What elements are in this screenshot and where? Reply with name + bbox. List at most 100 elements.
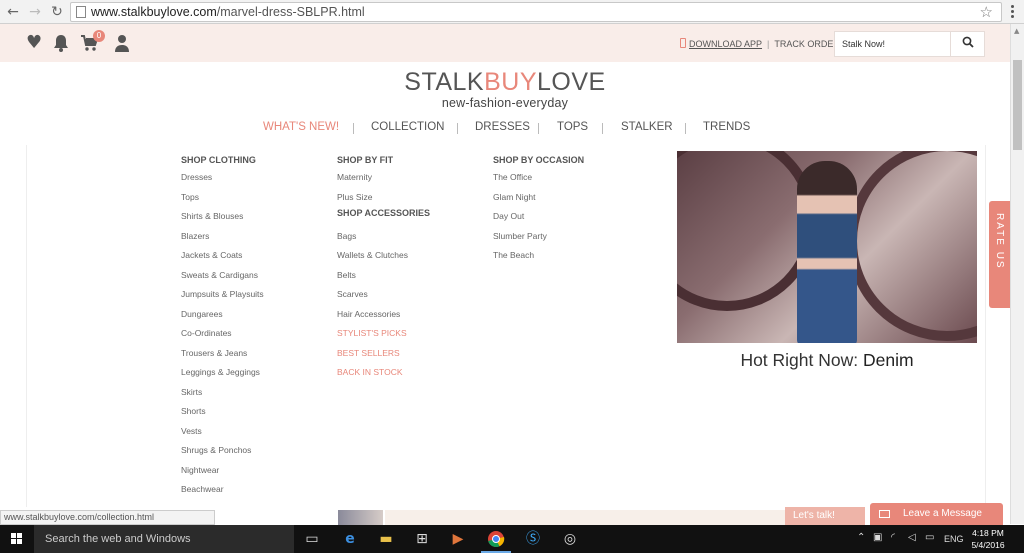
site-logo[interactable]: STALKBUYLOVE <box>0 68 1010 97</box>
menu-link[interactable]: Beachwear <box>181 480 264 500</box>
menu-link[interactable]: Day Out <box>493 207 584 227</box>
nav-dresses[interactable]: DRESSES <box>475 121 530 133</box>
menu-link[interactable]: Shorts <box>181 402 264 422</box>
site-search <box>834 31 985 57</box>
tray-language[interactable]: ENG <box>944 534 964 544</box>
promo-bg-shape <box>677 151 817 311</box>
promo-caption[interactable]: Hot Right Now: Denim <box>677 350 977 371</box>
menu-link[interactable]: Co-Ordinates <box>181 324 264 344</box>
clock-date: 5/4/2016 <box>971 540 1005 550</box>
file-explorer-icon[interactable]: ▬ <box>377 530 395 548</box>
menu-link[interactable]: Wallets & Clutches <box>337 246 430 266</box>
tray-chevron-up-icon[interactable]: ⌃ <box>857 532 865 543</box>
link-separator: | <box>767 39 770 49</box>
nav-divider <box>602 123 603 134</box>
edge-browser-icon[interactable]: e <box>341 530 359 548</box>
page-content-peek <box>338 510 383 525</box>
heart-icon[interactable]: ♥ <box>26 34 42 52</box>
windows-start-icon[interactable] <box>11 533 23 545</box>
download-app-link[interactable]: DOWNLOAD APP <box>689 39 762 49</box>
promo-image[interactable] <box>677 151 977 343</box>
tray-message-icon[interactable]: ▭ <box>925 532 934 543</box>
nav-collection[interactable]: COLLECTION <box>371 121 445 133</box>
menu-link[interactable]: Maternity <box>337 168 430 188</box>
clock-time: 4:18 PM <box>972 528 1004 538</box>
tray-network-icon[interactable]: ▣ <box>873 532 882 543</box>
nav-tops[interactable]: TOPS <box>557 121 588 133</box>
menu-link[interactable]: Bags <box>337 227 430 247</box>
menu-link[interactable]: Belts <box>337 266 430 286</box>
menu-link[interactable]: Sweats & Cardigans <box>181 266 264 286</box>
nav-stalker[interactable]: STALKER <box>621 121 673 133</box>
menu-link[interactable]: Scarves <box>337 285 430 305</box>
reload-button[interactable]: ↻ <box>48 3 66 21</box>
browser-toolbar: ← → ↻ www.stalkbuylove.com/marvel-dress-… <box>0 0 1024 24</box>
menu-link[interactable]: Dresses <box>181 168 264 188</box>
user-icon[interactable] <box>114 34 130 56</box>
menu-link[interactable]: Blazers <box>181 227 264 247</box>
envelope-icon <box>879 510 890 518</box>
menu-link[interactable]: Glam Night <box>493 188 584 208</box>
menu-column-clothing: SHOP CLOTHING Dresses Tops Shirts & Blou… <box>181 145 264 500</box>
menu-heading-shop-clothing[interactable]: SHOP CLOTHING <box>181 155 264 168</box>
skype-icon[interactable]: Ⓢ <box>524 530 542 548</box>
address-bar[interactable]: www.stalkbuylove.com/marvel-dress-SBLPR.… <box>70 2 1002 22</box>
forward-button[interactable]: → <box>26 3 44 21</box>
tray-wifi-icon[interactable]: ◜ <box>891 532 895 543</box>
menu-link[interactable]: Slumber Party <box>493 227 584 247</box>
menu-link-stylists-picks[interactable]: STYLIST'S PICKS <box>337 324 430 344</box>
app-circle-icon[interactable]: ◎ <box>561 530 579 548</box>
menu-link[interactable]: Jumpsuits & Playsuits <box>181 285 264 305</box>
menu-link[interactable]: Nightwear <box>181 461 264 481</box>
taskbar-search-box[interactable]: Search the web and Windows <box>34 525 294 553</box>
menu-link[interactable]: Hair Accessories <box>337 305 430 325</box>
menu-link-best-sellers[interactable]: BEST SELLERS <box>337 344 430 364</box>
taskbar-clock[interactable]: 4:18 PM 5/4/2016 <box>968 527 1008 551</box>
menu-link[interactable]: Dungarees <box>181 305 264 325</box>
leave-message-button[interactable]: Leave a Message <box>870 503 1003 525</box>
menu-link[interactable]: Tops <box>181 188 264 208</box>
phone-icon <box>680 38 686 48</box>
menu-link[interactable]: The Office <box>493 168 584 188</box>
chrome-icon[interactable] <box>481 530 511 553</box>
search-button[interactable] <box>950 32 984 56</box>
menu-link[interactable]: Leggings & Jeggings <box>181 363 264 383</box>
menu-column-occasion: SHOP BY OCCASION The Office Glam Night D… <box>493 145 584 266</box>
media-player-icon[interactable]: ▶ <box>449 530 467 548</box>
menu-heading-shop-by-fit[interactable]: SHOP BY FIT <box>337 155 430 168</box>
menu-link-back-in-stock[interactable]: BACK IN STOCK <box>337 363 430 383</box>
lets-talk-button[interactable]: Let's talk! <box>785 507 865 525</box>
back-button[interactable]: ← <box>4 3 22 21</box>
nav-divider <box>353 123 354 134</box>
menu-link[interactable]: Plus Size <box>337 188 430 208</box>
menu-link[interactable]: Shrugs & Ponchos <box>181 441 264 461</box>
bookmark-star-icon[interactable]: ☆ <box>980 3 993 21</box>
menu-link[interactable]: The Beach <box>493 246 584 266</box>
url-text[interactable]: www.stalkbuylove.com/marvel-dress-SBLPR.… <box>91 5 365 19</box>
tray-volume-icon[interactable]: ◁ <box>908 532 916 543</box>
menu-link[interactable]: Skirts <box>181 383 264 403</box>
rate-us-tab[interactable]: RATE US <box>989 201 1010 308</box>
store-icon[interactable]: ⊞ <box>413 530 431 548</box>
page-icon <box>76 6 86 18</box>
menu-heading-shop-by-occasion[interactable]: SHOP BY OCCASION <box>493 155 584 168</box>
menu-link[interactable]: Trousers & Jeans <box>181 344 264 364</box>
menu-link[interactable]: Shirts & Blouses <box>181 207 264 227</box>
track-order-link[interactable]: TRACK ORDER <box>774 39 840 49</box>
scroll-up-arrow-icon[interactable]: ▲ <box>1014 27 1019 35</box>
task-view-icon[interactable]: ▭ <box>303 530 321 548</box>
site-tagline: new-fashion-everyday <box>441 96 569 110</box>
menu-link[interactable]: Vests <box>181 422 264 442</box>
menu-link[interactable]: Jackets & Coats <box>181 246 264 266</box>
nav-whats-new[interactable]: WHAT'S NEW! <box>263 121 339 133</box>
mega-menu-dropdown: SHOP CLOTHING Dresses Tops Shirts & Blou… <box>26 145 986 507</box>
logo-part-stalk: STALK <box>404 68 485 96</box>
page-scrollbar[interactable]: ▲ <box>1010 24 1024 524</box>
bell-icon[interactable] <box>53 34 69 56</box>
search-input[interactable] <box>835 32 951 56</box>
browser-menu-icon[interactable] <box>1007 4 1017 18</box>
nav-trends[interactable]: TRENDS <box>703 121 750 133</box>
main-navigation: WHAT'S NEW! COLLECTION DRESSES TOPS STAL… <box>0 121 1010 137</box>
scrollbar-thumb[interactable] <box>1013 60 1022 150</box>
menu-heading-shop-accessories[interactable]: SHOP ACCESSORIES <box>337 207 430 227</box>
